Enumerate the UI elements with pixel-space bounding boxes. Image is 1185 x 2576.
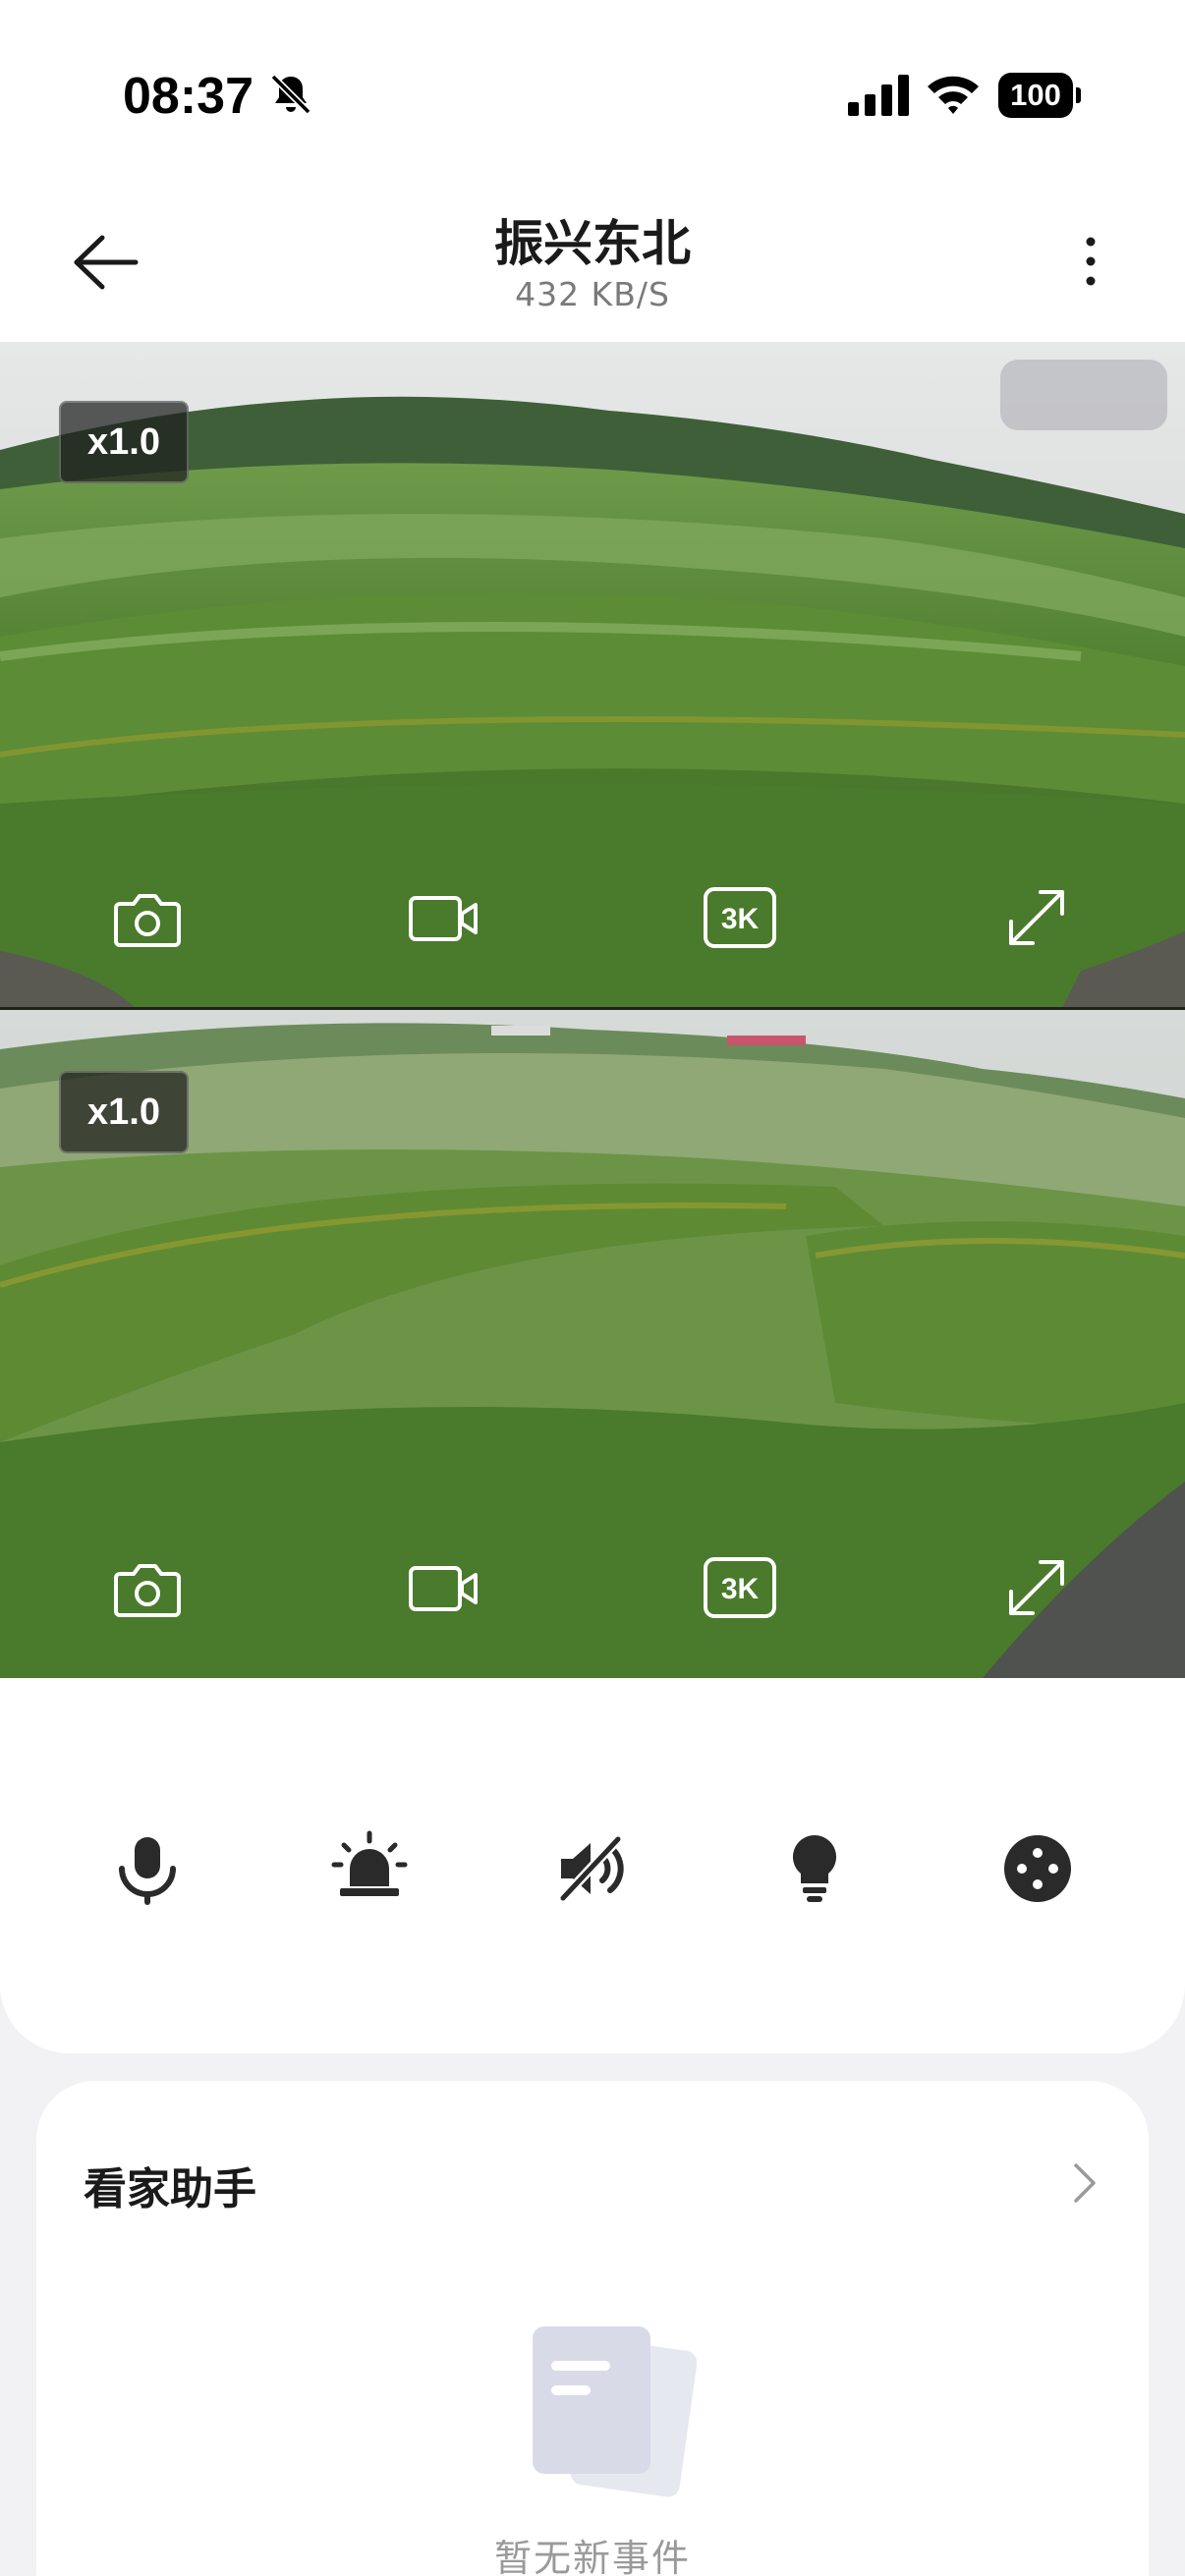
record-button[interactable] [405,1548,483,1627]
more-options-icon [1004,1835,1071,1902]
fullscreen-button[interactable] [997,878,1076,957]
quality-label: 3K [721,903,760,935]
mute-button[interactable] [553,1829,632,1908]
microphone-icon [119,1837,176,1905]
record-button[interactable] [405,878,483,957]
video-camera-icon [409,1566,478,1611]
talk-button[interactable] [108,1829,187,1908]
camera-icon [114,894,181,947]
chevron-right-icon[interactable] [1068,2159,1101,2207]
camera-feed-2[interactable]: x1.0 3K [0,1010,1185,1678]
more-controls-button[interactable] [998,1829,1077,1908]
siren-icon [331,1830,408,1896]
cellular-signal-icon [848,75,909,116]
empty-documents-icon [533,2326,697,2497]
status-bar: 08:37 100 [0,0,1185,187]
home-assistant-card[interactable]: 看家助手 暂无新事件 [36,2081,1149,2576]
expand-icon [1009,890,1064,945]
empty-state-text: 暂无新事件 [493,2537,691,2576]
battery-level: 100 [998,73,1073,118]
bell-off-icon [270,74,311,115]
quality-label: 3K [721,1573,760,1605]
zoom-level-badge[interactable]: x1.0 [59,401,189,483]
zoom-level-badge[interactable]: x1.0 [59,1071,189,1153]
quality-3k-icon: 3K [704,1557,776,1618]
video-camera-icon [409,896,478,941]
lightbulb-icon [792,1835,837,1902]
siren-button[interactable] [330,1829,409,1908]
camera-feed-1[interactable]: x1.0 3K [0,342,1185,1010]
device-title: 振兴东北 [494,215,691,272]
wifi-icon [928,76,979,114]
card-title: 看家助手 [84,2164,256,2214]
light-button[interactable] [775,1829,854,1908]
status-time: 08:37 [123,68,254,125]
mute-icon [559,1835,624,1902]
quality-3k-icon: 3K [704,887,776,948]
snapshot-button[interactable] [108,878,187,957]
fullscreen-button[interactable] [997,1548,1076,1627]
snapshot-button[interactable] [108,1548,187,1627]
quality-button[interactable]: 3K [701,1548,779,1627]
camera-icon [114,1564,181,1617]
more-options-icon[interactable] [1071,232,1110,291]
bitrate-readout: 432 KB/S [515,275,670,313]
battery-cap [1076,87,1081,103]
battery-icon: 100 [998,73,1081,118]
quality-button[interactable]: 3K [701,878,779,957]
expand-icon [1009,1560,1064,1615]
redacted-overlay [1000,360,1167,430]
